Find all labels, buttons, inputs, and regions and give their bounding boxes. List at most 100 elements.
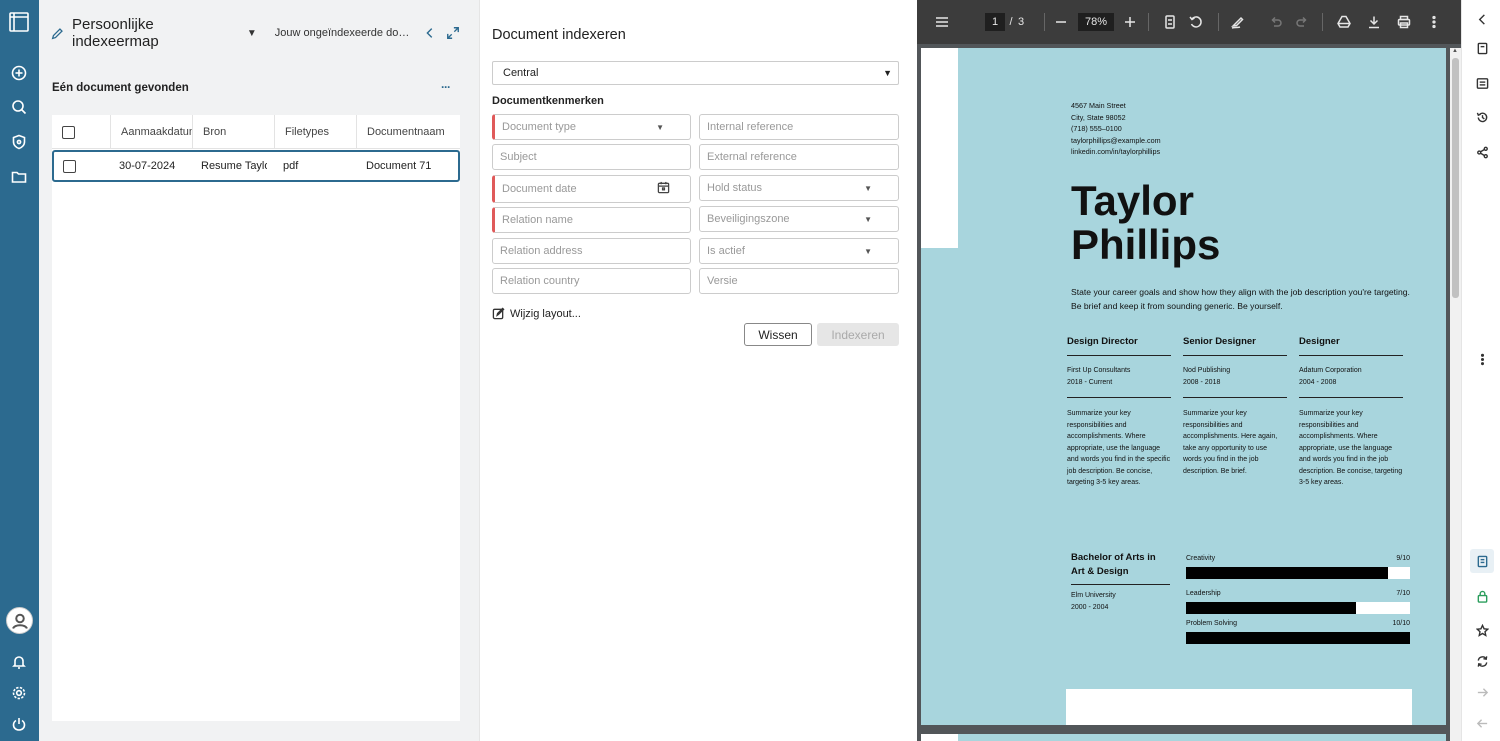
is-active-select[interactable]: Is actief ▼ <box>699 238 899 264</box>
calendar-icon[interactable] <box>657 181 670 197</box>
avatar[interactable] <box>6 607 33 634</box>
company-name: Adatum Corporation <box>1299 367 1362 374</box>
share-icon[interactable] <box>1474 144 1490 160</box>
school-name: Elm University <box>1071 592 1116 599</box>
skill-score: 9/10 <box>1396 555 1410 562</box>
relation-address-input[interactable]: Relation address <box>492 238 691 264</box>
clear-button[interactable]: Wissen <box>744 323 812 346</box>
more-vertical-icon[interactable] <box>1474 351 1490 367</box>
external-reference-input[interactable]: External reference <box>699 144 899 170</box>
document-preview-icon[interactable] <box>1470 549 1494 573</box>
right-rail <box>1461 0 1500 741</box>
rotate-icon[interactable] <box>1189 13 1203 31</box>
job-period: 2008 - 2018 <box>1183 378 1221 386</box>
sync-icon[interactable] <box>1474 653 1490 669</box>
job-description: Summarize your key responsibilities and … <box>1299 410 1403 486</box>
documents-table: Aanmaakdatum Bron Filetypes Documentnaam… <box>52 115 460 721</box>
pdf-page: 4567 Main Street City, State 98052 (718)… <box>921 48 1446 725</box>
search-icon[interactable] <box>10 98 28 116</box>
chevron-left-icon[interactable] <box>1474 11 1490 27</box>
history-icon[interactable] <box>1474 109 1490 125</box>
gear-icon[interactable] <box>10 684 28 702</box>
field-placeholder: External reference <box>707 151 797 163</box>
cell-date: 30-07-2024 <box>119 160 176 172</box>
annotate-icon[interactable] <box>1231 13 1245 31</box>
edit-layout-label: Wijzig layout... <box>510 307 581 320</box>
relation-name-input[interactable]: Relation name <box>492 207 691 233</box>
lock-icon[interactable] <box>1474 588 1490 604</box>
download-icon[interactable] <box>1367 13 1381 31</box>
menu-icon[interactable] <box>935 13 949 31</box>
subject-input[interactable]: Subject <box>492 144 691 170</box>
layout-icon[interactable] <box>9 12 29 32</box>
column-source[interactable]: Bron <box>192 115 274 149</box>
security-zone-select[interactable]: Beveiligingszone ▼ <box>699 206 899 232</box>
redo-icon[interactable] <box>1295 13 1309 31</box>
document-type-select[interactable]: Document type ▼ <box>492 114 691 140</box>
zoom-out-icon[interactable] <box>1054 13 1068 31</box>
cell-docname: Document 71 <box>366 160 432 172</box>
document-date-input[interactable]: Document date <box>492 175 691 203</box>
notes-icon[interactable] <box>1474 75 1490 91</box>
arrow-left-icon[interactable] <box>1474 715 1490 731</box>
skill-name: Problem Solving <box>1186 620 1237 627</box>
column-created[interactable]: Aanmaakdatum <box>110 115 192 149</box>
column-label: Aanmaakdatum <box>121 126 192 138</box>
drive-icon[interactable] <box>1337 13 1351 31</box>
education-period: 2000 - 2004 <box>1071 603 1109 611</box>
page-number-input[interactable]: 1 <box>985 13 1005 31</box>
power-icon[interactable] <box>10 715 28 733</box>
skill-entry: Creativity 9/10 <box>1186 555 1410 579</box>
undo-icon[interactable] <box>1269 13 1283 31</box>
column-docname[interactable]: Documentnaam <box>356 115 460 149</box>
add-icon[interactable] <box>10 64 28 82</box>
column-filetype[interactable]: Filetypes <box>274 115 356 149</box>
contact-line: 4567 Main Street <box>1071 101 1126 110</box>
print-icon[interactable] <box>1397 13 1411 31</box>
relation-country-input[interactable]: Relation country <box>492 268 691 294</box>
document-info-icon[interactable] <box>1474 40 1490 56</box>
toolbar-divider <box>1218 13 1219 31</box>
skill-name: Leadership <box>1186 590 1221 597</box>
shield-icon[interactable] <box>10 133 28 151</box>
app: Persoonlijke indexeermap ▼ Jouw ongeïnde… <box>0 0 1500 741</box>
pdf-toolbar: 1 / 3 78% <box>917 0 1461 44</box>
contact-line: taylorphillips@example.com <box>1071 135 1161 145</box>
expand-icon[interactable] <box>445 25 461 41</box>
select-all-checkbox[interactable] <box>62 125 75 139</box>
company-name: Nod Publishing <box>1183 367 1231 374</box>
row-checkbox[interactable] <box>63 159 76 173</box>
field-placeholder: Subject <box>500 151 537 163</box>
edit-layout-link[interactable]: Wijzig layout... <box>492 307 581 320</box>
bell-icon[interactable] <box>10 653 28 671</box>
collapse-icon[interactable] <box>422 25 438 41</box>
zoom-input[interactable]: 78% <box>1078 13 1114 31</box>
arrow-right-icon[interactable] <box>1474 684 1490 700</box>
star-icon[interactable] <box>1474 622 1490 638</box>
toolbar-divider <box>1322 13 1323 31</box>
pdf-scrollbar[interactable]: ▲ <box>1450 48 1461 741</box>
folder-icon[interactable] <box>10 168 28 186</box>
contact-line: linkedin.com/in/taylorphillips <box>1071 147 1161 157</box>
hold-status-select[interactable]: Hold status ▼ <box>699 175 899 201</box>
scrollbar-thumb[interactable] <box>1452 58 1459 298</box>
internal-reference-input[interactable]: Internal reference <box>699 114 899 140</box>
toolbar-divider <box>1148 13 1149 31</box>
page-separator: / <box>1009 16 1013 28</box>
index-button[interactable]: Indexeren <box>817 323 899 346</box>
more-vertical-icon[interactable] <box>1427 13 1441 31</box>
fit-page-icon[interactable] <box>1163 13 1177 31</box>
resume-summary: State your career goals and show how the… <box>1071 287 1410 311</box>
index-form-panel: Document indexeren Central ▼ Documentken… <box>479 0 917 741</box>
table-row[interactable]: 30-07-2024 Resume Taylor Phillips pdf Do… <box>52 150 460 182</box>
edit-pencil-icon[interactable] <box>51 27 64 40</box>
folder-title[interactable]: Persoonlijke indexeermap <box>72 16 241 50</box>
more-options-icon[interactable]: ··· <box>441 80 451 94</box>
skill-bar <box>1186 602 1410 614</box>
resume-contact: 4567 Main Street City, State 98052 (718)… <box>1071 100 1161 158</box>
repository-select[interactable]: Central ▼ <box>492 61 899 85</box>
zoom-in-icon[interactable] <box>1123 13 1137 31</box>
version-input[interactable]: Versie <box>699 268 899 294</box>
folder-dropdown-icon[interactable]: ▼ <box>247 28 257 39</box>
scroll-up-icon[interactable]: ▲ <box>1452 48 1458 54</box>
